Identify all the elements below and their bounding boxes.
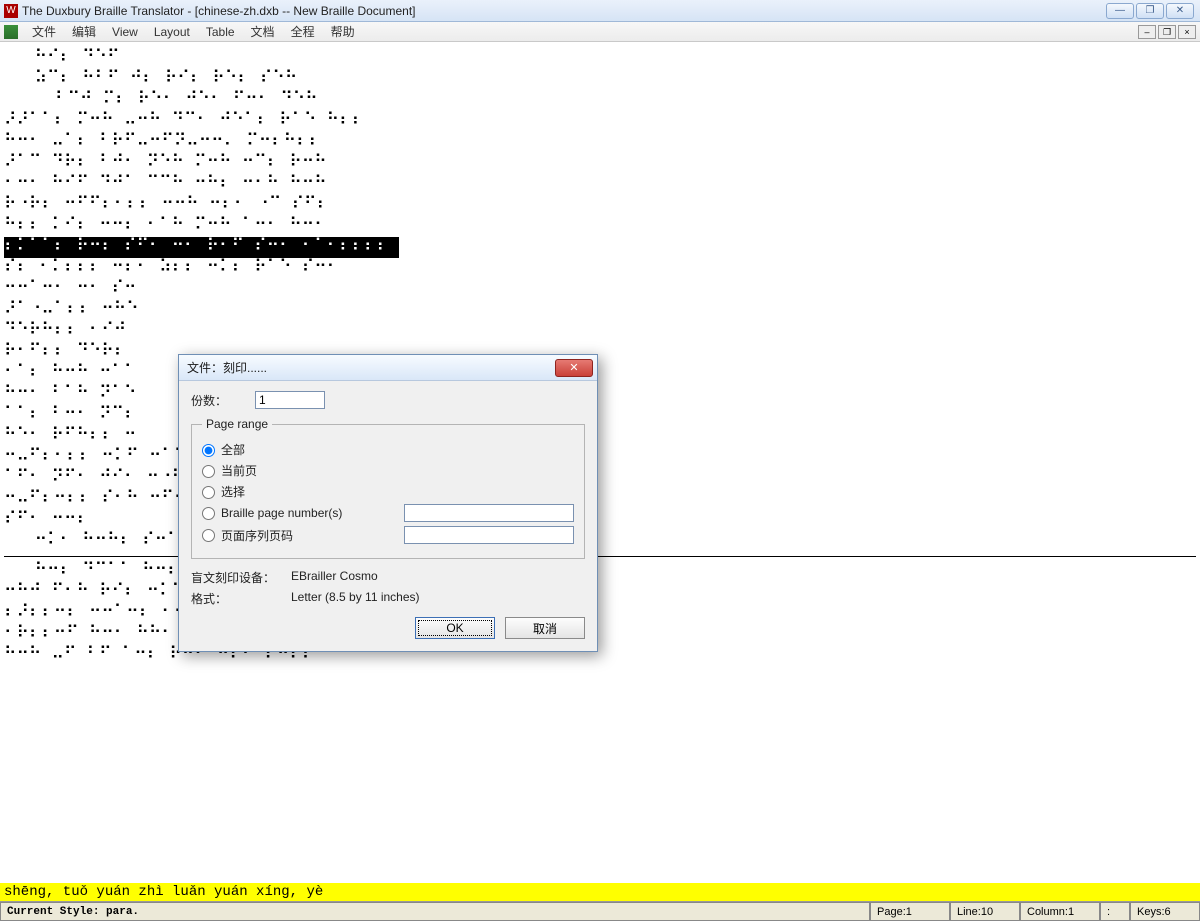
menu-document[interactable]: 文档 xyxy=(243,23,283,40)
radio-selection[interactable] xyxy=(202,486,215,499)
emboss-dialog: 文件：刻印...... ✕ 份数： Page range 全部 当前页 选择 xyxy=(178,354,598,652)
status-style: Current Style: para. xyxy=(0,902,870,921)
status-extra: : xyxy=(1100,902,1130,921)
radio-current-label: 当前页 xyxy=(221,462,257,479)
window-title: The Duxbury Braille Translator - [chines… xyxy=(22,4,1106,18)
minimize-button[interactable]: — xyxy=(1106,3,1134,19)
window-controls: — ❐ ✕ xyxy=(1106,3,1194,19)
app-icon: W xyxy=(4,4,18,18)
menu-layout[interactable]: Layout xyxy=(146,25,198,39)
mdi-minimize-button[interactable]: – xyxy=(1138,25,1156,39)
window-titlebar: W The Duxbury Braille Translator - [chin… xyxy=(0,0,1200,22)
radio-sequence-pages[interactable] xyxy=(202,529,215,542)
dialog-body: 份数： Page range 全部 当前页 选择 Braille page nu… xyxy=(179,381,597,651)
sequence-pages-input[interactable] xyxy=(404,526,574,544)
translation-bar: shēng, tuǒ yuán zhì luǎn yuán xíng, yè xyxy=(0,883,1200,901)
device-label: 盲文刻印设备： xyxy=(191,569,291,586)
menu-file[interactable]: 文件 xyxy=(24,23,64,40)
radio-current[interactable] xyxy=(202,465,215,478)
radio-braille-pages-label: Braille page number(s) xyxy=(221,506,342,520)
mdi-window-controls: – ❐ × xyxy=(1138,25,1196,39)
menu-global[interactable]: 全程 xyxy=(283,23,323,40)
status-bar: Current Style: para. Page:1 Line:10 Colu… xyxy=(0,901,1200,921)
copies-label: 份数： xyxy=(191,392,255,409)
cancel-button[interactable]: 取消 xyxy=(505,617,585,639)
menu-edit[interactable]: 编辑 xyxy=(64,23,104,40)
mdi-restore-button[interactable]: ❐ xyxy=(1158,25,1176,39)
radio-sequence-pages-label: 页面序列页码 xyxy=(221,527,293,544)
menu-table[interactable]: Table xyxy=(198,25,243,39)
selected-braille-line[interactable]: ⠆⠅⠁⠁⠆ ⠗⠒⠆ ⠎⠋⠂ ⠒⠂ ⠗⠂⠋ ⠎⠒⠂ ⠂⠁⠂⠆⠆⠆⠆ xyxy=(4,237,399,258)
status-column: Column:1 xyxy=(1020,902,1100,921)
maximize-button[interactable]: ❐ xyxy=(1136,3,1164,19)
radio-selection-label: 选择 xyxy=(221,483,245,500)
ok-button[interactable]: OK xyxy=(415,617,495,639)
menu-bar: 文件 编辑 View Layout Table 文档 全程 帮助 – ❐ × xyxy=(0,22,1200,42)
close-button[interactable]: ✕ xyxy=(1166,3,1194,19)
menu-help[interactable]: 帮助 xyxy=(323,23,363,40)
page-range-legend: Page range xyxy=(202,417,272,431)
document-icon xyxy=(4,25,18,39)
dialog-titlebar[interactable]: 文件：刻印...... ✕ xyxy=(179,355,597,381)
radio-all-label: 全部 xyxy=(221,441,245,458)
page-range-group: Page range 全部 当前页 选择 Braille page number… xyxy=(191,417,585,559)
dialog-close-button[interactable]: ✕ xyxy=(555,359,593,377)
status-keys: Keys:6 xyxy=(1130,902,1200,921)
radio-braille-pages[interactable] xyxy=(202,507,215,520)
copies-input[interactable] xyxy=(255,391,325,409)
status-line: Line:10 xyxy=(950,902,1020,921)
menu-view[interactable]: View xyxy=(104,25,146,39)
dialog-title: 文件：刻印...... xyxy=(187,359,267,376)
device-value: EBrailler Cosmo xyxy=(291,569,378,586)
status-page: Page:1 xyxy=(870,902,950,921)
mdi-close-button[interactable]: × xyxy=(1178,25,1196,39)
radio-all[interactable] xyxy=(202,444,215,457)
format-label: 格式： xyxy=(191,590,291,607)
braille-pages-input[interactable] xyxy=(404,504,574,522)
format-value: Letter (8.5 by 11 inches) xyxy=(291,590,420,607)
